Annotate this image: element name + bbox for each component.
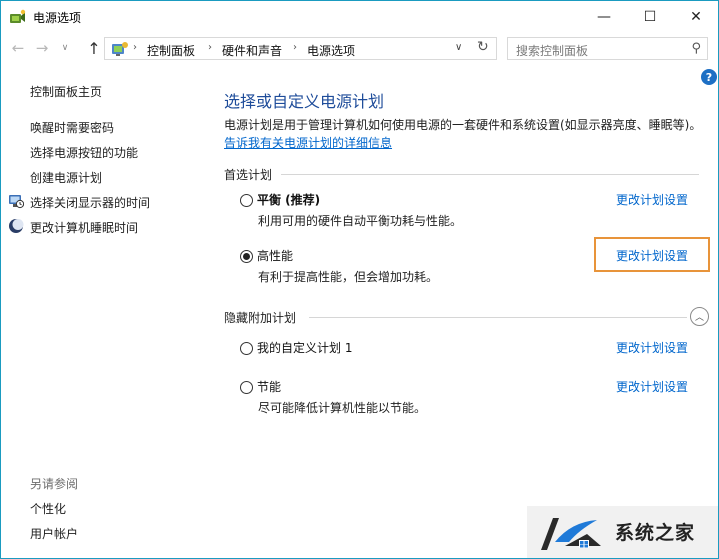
monitor-clock-icon (9, 195, 24, 209)
recent-locations-button[interactable]: ∨ (56, 39, 74, 57)
forward-arrow-icon: → (35, 39, 49, 57)
address-bar[interactable]: › 控制面板 › 硬件和声音 › 电源选项 ∨ ↻ (104, 37, 497, 60)
close-button[interactable]: ✕ (673, 1, 718, 32)
back-arrow-icon: ← (11, 39, 25, 57)
see-also-heading: 另请参阅 (30, 477, 79, 491)
radio-balanced[interactable] (240, 194, 253, 207)
plan-desc-power-saver: 尽可能降低计算机性能以节能。 (258, 401, 427, 415)
see-also-personalization[interactable]: 个性化 (30, 500, 66, 517)
change-plan-settings-custom[interactable]: 更改计划设置 (616, 339, 688, 356)
radio-custom-plan[interactable] (240, 342, 253, 355)
change-plan-settings-balanced[interactable]: 更改计划设置 (616, 191, 688, 208)
control-panel-icon (112, 42, 128, 56)
plan-name-high-performance[interactable]: 高性能 (257, 247, 293, 264)
watermark-text: 系统之家 (615, 522, 696, 544)
chevron-up-icon: ︿ (694, 313, 704, 323)
see-also-user-accounts[interactable]: 用户帐户 (30, 525, 78, 542)
plan-desc-high-performance: 有利于提高性能，但会增加功耗。 (258, 270, 439, 284)
navigation-bar: ← → ∨ ↑ › 控制面板 › 硬件和声音 › 电源选项 ∨ ↻ 搜索控制面板… (1, 32, 718, 64)
sidebar-item-sleep-time[interactable]: 更改计算机睡眠时间 (30, 219, 138, 236)
preferred-plans-header: 首选计划 (224, 168, 273, 182)
address-dropdown-icon[interactable]: ∨ (455, 42, 462, 53)
sidebar-item-control-panel-home[interactable]: 控制面板主页 (30, 83, 102, 100)
up-arrow-icon: ↑ (87, 38, 101, 58)
preferred-plans-divider (281, 174, 699, 175)
breadcrumb-power-options[interactable]: 电源选项 (307, 42, 355, 59)
breadcrumb-hardware-sound[interactable]: 硬件和声音 (222, 42, 282, 59)
up-button[interactable]: ↑ (85, 38, 103, 58)
plan-name-custom[interactable]: 我的自定义计划 1 (257, 339, 352, 356)
search-box[interactable]: 搜索控制面板 ⚲ (507, 37, 708, 60)
change-plan-settings-high-performance[interactable]: 更改计划设置 (616, 247, 688, 264)
watermark: 系统之家 (527, 506, 718, 558)
power-options-window: 电源选项 — ☐ ✕ ← → ∨ ↑ › 控制面板 › 硬件和声音 › 电源选项… (0, 0, 719, 559)
search-icon[interactable]: ⚲ (691, 41, 701, 56)
sidebar-item-wake-password[interactable]: 唤醒时需要密码 (30, 119, 114, 136)
breadcrumb-separator: › (208, 42, 212, 53)
search-input[interactable]: 搜索控制面板 (516, 42, 588, 59)
window-title: 电源选项 (33, 11, 82, 25)
change-plan-settings-power-saver[interactable]: 更改计划设置 (616, 378, 688, 395)
power-options-app-icon (10, 9, 26, 23)
close-icon: ✕ (690, 8, 702, 25)
moon-icon (9, 219, 24, 233)
radio-power-saver[interactable] (240, 381, 253, 394)
breadcrumb-separator: › (133, 42, 137, 53)
main-content: 选择或自定义电源计划 电源计划是用于管理计算机如何使用电源的一套硬件和系统设置(… (211, 64, 718, 558)
chevron-down-icon: ∨ (61, 43, 69, 53)
sidebar-item-power-buttons[interactable]: 选择电源按钮的功能 (30, 144, 138, 161)
maximize-icon: ☐ (643, 8, 657, 25)
plan-name-power-saver[interactable]: 节能 (257, 378, 281, 395)
plan-desc-balanced: 利用可用的硬件自动平衡功耗与性能。 (258, 214, 463, 228)
page-title: 选择或自定义电源计划 (224, 92, 385, 111)
hidden-plans-header: 隐藏附加计划 (224, 311, 297, 325)
maximize-button[interactable]: ☐ (627, 1, 673, 32)
title-bar: 电源选项 — ☐ ✕ (1, 1, 718, 32)
forward-button[interactable]: → (33, 39, 51, 57)
back-button[interactable]: ← (9, 39, 27, 57)
collapse-hidden-plans-button[interactable]: ︿ (690, 307, 709, 326)
sidebar-item-display-off-time[interactable]: 选择关闭显示器的时间 (30, 194, 150, 211)
plan-name-balanced[interactable]: 平衡 (推荐) (257, 191, 320, 208)
sidebar-item-create-plan[interactable]: 创建电源计划 (30, 169, 102, 186)
sidebar: 控制面板主页 唤醒时需要密码 选择电源按钮的功能 创建电源计划 选择关闭显示器的… (1, 64, 211, 558)
refresh-icon[interactable]: ↻ (477, 39, 489, 55)
watermark-logo-icon (541, 518, 601, 550)
power-plan-info-link[interactable]: 告诉我有关电源计划的详细信息 (224, 134, 392, 151)
breadcrumb-separator: › (293, 42, 297, 53)
page-description: 电源计划是用于管理计算机如何使用电源的一套硬件和系统设置(如显示器亮度、睡眠等)… (224, 118, 702, 132)
minimize-button[interactable]: — (581, 1, 627, 32)
hidden-plans-divider (309, 317, 687, 318)
minimize-icon: — (597, 8, 611, 25)
radio-high-performance[interactable] (240, 250, 253, 263)
breadcrumb-control-panel[interactable]: 控制面板 (147, 42, 195, 59)
